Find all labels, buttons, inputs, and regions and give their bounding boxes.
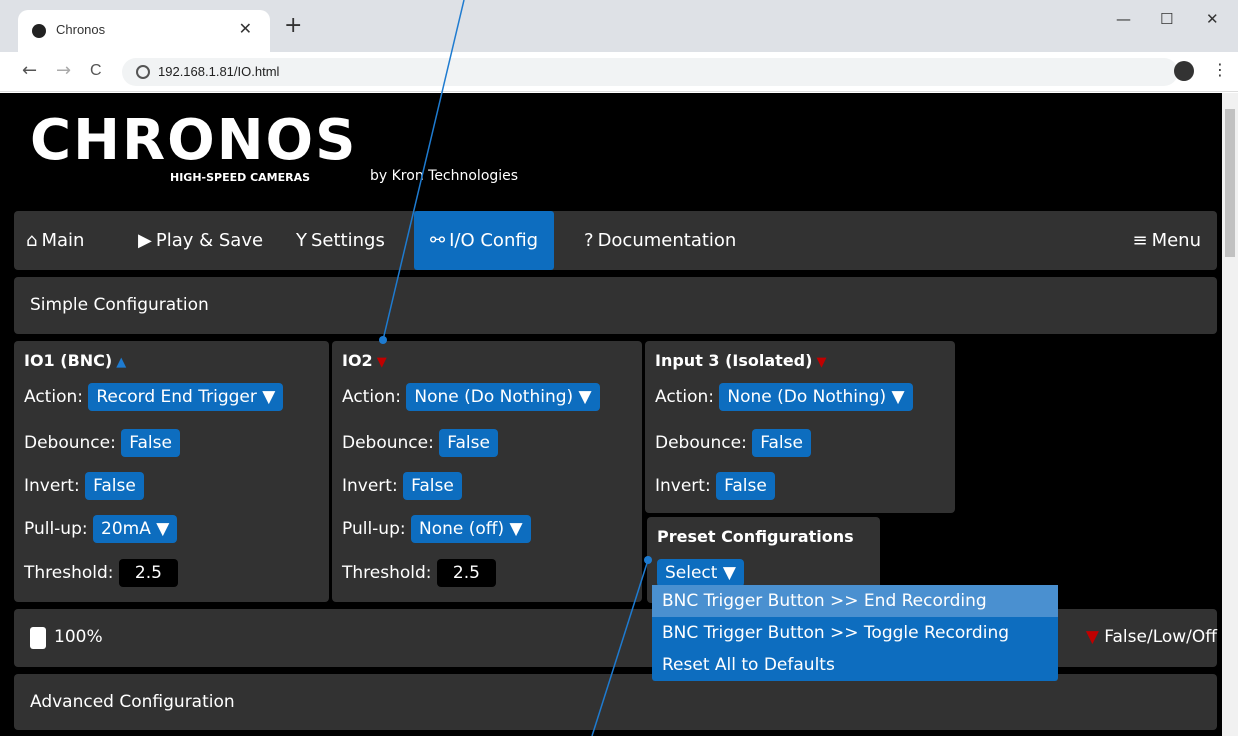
browser-toolbar: ← → C 192.168.1.81/IO.html ⋮: [0, 52, 1238, 92]
preset-title: Preset Configurations: [657, 527, 854, 546]
input3-panel: Input 3 (Isolated) ▼ Action: None (Do Not…: [645, 341, 955, 513]
battery-level: 100%: [54, 627, 103, 647]
io2-pullup-row: Pull-up: None (off) ▼: [342, 515, 531, 543]
io2-debounce-row: Debounce: False: [342, 429, 498, 457]
nav-io-config[interactable]: ⚯ I/O Config: [414, 211, 555, 270]
io2-threshold-row: Threshold: 2.5: [342, 559, 496, 587]
io2-invert-row: Invert: False: [342, 472, 462, 500]
page-content: CHRONOS HIGH-SPEED CAMERAS by Kron Techn…: [0, 93, 1222, 736]
play-icon: ▶: [138, 230, 152, 251]
io1-invert-row: Invert: False: [24, 472, 144, 500]
preset-select-row: Select ▼: [657, 559, 744, 587]
more-menu-icon[interactable]: ⋮: [1212, 60, 1228, 79]
state-low-icon: ▼: [816, 355, 827, 370]
preset-option-reset-defaults[interactable]: Reset All to Defaults: [652, 649, 1058, 681]
url-text[interactable]: 192.168.1.81/IO.html: [158, 64, 279, 79]
nav-menu[interactable]: ≡ Menu: [1132, 211, 1201, 270]
logo-subtitle: HIGH-SPEED CAMERAS: [170, 171, 311, 184]
advanced-configuration-header[interactable]: Advanced Configuration: [14, 674, 1217, 730]
io1-pullup-dropdown[interactable]: 20mA ▼: [93, 515, 178, 543]
chronos-logo: CHRONOS: [30, 108, 358, 173]
preset-option-toggle-recording[interactable]: BNC Trigger Button >> Toggle Recording: [652, 617, 1058, 649]
nav-settings[interactable]: Y Settings: [296, 211, 385, 270]
browser-tab[interactable]: Chronos ✕: [18, 10, 270, 52]
io1-debounce-row: Debounce: False: [24, 429, 180, 457]
io2-pullup-dropdown[interactable]: None (off) ▼: [411, 515, 531, 543]
io1-debounce-toggle[interactable]: False: [121, 429, 180, 457]
home-icon: ⌂: [26, 230, 38, 251]
profile-icon[interactable]: [1174, 61, 1194, 81]
io1-title: IO1 (BNC) ▲: [24, 351, 127, 370]
input3-title: Input 3 (Isolated) ▼: [655, 351, 827, 370]
new-tab-icon[interactable]: +: [284, 15, 302, 37]
forward-arrow-icon[interactable]: →: [56, 60, 71, 81]
input3-action-dropdown[interactable]: None (Do Nothing) ▼: [719, 383, 913, 411]
hamburger-icon: ≡: [1132, 230, 1148, 251]
state-high-icon: ▲: [116, 355, 127, 370]
minimize-icon[interactable]: —: [1116, 10, 1131, 28]
question-icon: ?: [584, 230, 594, 251]
maximize-icon[interactable]: ☐: [1160, 10, 1173, 28]
io1-pullup-row: Pull-up: 20mA ▼: [24, 515, 178, 543]
chronos-favicon-icon: [32, 24, 46, 38]
input3-invert-toggle[interactable]: False: [716, 472, 775, 500]
io2-action-row: Action: None (Do Nothing) ▼: [342, 383, 600, 411]
io2-debounce-toggle[interactable]: False: [439, 429, 498, 457]
io2-title: IO2 ▼: [342, 351, 387, 370]
input3-action-row: Action: None (Do Nothing) ▼: [655, 383, 913, 411]
state-low-icon: ▼: [1085, 627, 1099, 647]
back-arrow-icon[interactable]: ←: [22, 60, 37, 81]
input3-debounce-row: Debounce: False: [655, 429, 811, 457]
io1-panel: IO1 (BNC) ▲ Action: Record End Trigger ▼ …: [14, 341, 329, 602]
window-close-icon[interactable]: ✕: [1206, 10, 1219, 28]
site-info-icon[interactable]: [136, 65, 150, 79]
io1-invert-toggle[interactable]: False: [85, 472, 144, 500]
reload-icon[interactable]: C: [90, 62, 102, 80]
main-navbar: ⌂ Main ▶ Play & Save Y Settings ⚯ I/O Config…: [14, 211, 1217, 270]
input3-invert-row: Invert: False: [655, 472, 775, 500]
battery-icon: [30, 627, 46, 649]
state-legend: ▼ False/Low/Off: [1085, 627, 1217, 647]
simple-configuration-header[interactable]: Simple Configuration: [14, 277, 1217, 334]
preset-option-end-recording[interactable]: BNC Trigger Button >> End Recording: [652, 585, 1058, 617]
io1-action-dropdown[interactable]: Record End Trigger ▼: [88, 383, 284, 411]
byline: by Kron Technologies: [370, 168, 519, 184]
scroll-thumb[interactable]: [1225, 109, 1235, 257]
nav-documentation[interactable]: ? Documentation: [584, 211, 736, 270]
close-tab-icon[interactable]: ✕: [239, 19, 252, 38]
preset-select-dropdown[interactable]: Select ▼: [657, 559, 744, 587]
io1-threshold-input[interactable]: 2.5: [118, 559, 178, 587]
nav-main[interactable]: ⌂ Main: [26, 211, 84, 270]
io1-action-row: Action: Record End Trigger ▼: [24, 383, 284, 411]
advanced-configuration-label: Advanced Configuration: [30, 692, 235, 712]
settings-icon: Y: [296, 230, 307, 251]
page-scrollbar[interactable]: [1222, 93, 1238, 736]
io2-action-dropdown[interactable]: None (Do Nothing) ▼: [406, 383, 600, 411]
io1-threshold-row: Threshold: 2.5: [24, 559, 178, 587]
io2-panel: IO2 ▼ Action: None (Do Nothing) ▼ Debounc…: [332, 341, 642, 602]
io2-threshold-input[interactable]: 2.5: [436, 559, 496, 587]
input3-debounce-toggle[interactable]: False: [752, 429, 811, 457]
io2-invert-toggle[interactable]: False: [403, 472, 462, 500]
nav-play-save[interactable]: ▶ Play & Save: [138, 211, 263, 270]
io-config-icon: ⚯: [430, 230, 446, 251]
simple-configuration-label: Simple Configuration: [30, 295, 209, 315]
preset-dropdown-menu: BNC Trigger Button >> End Recording BNC …: [652, 585, 1058, 681]
tab-title: Chronos: [56, 22, 106, 37]
address-bar[interactable]: 192.168.1.81/IO.html: [122, 58, 1178, 86]
state-low-icon: ▼: [376, 355, 387, 370]
browser-tab-bar: Chronos ✕ + — ☐ ✕: [0, 0, 1238, 52]
